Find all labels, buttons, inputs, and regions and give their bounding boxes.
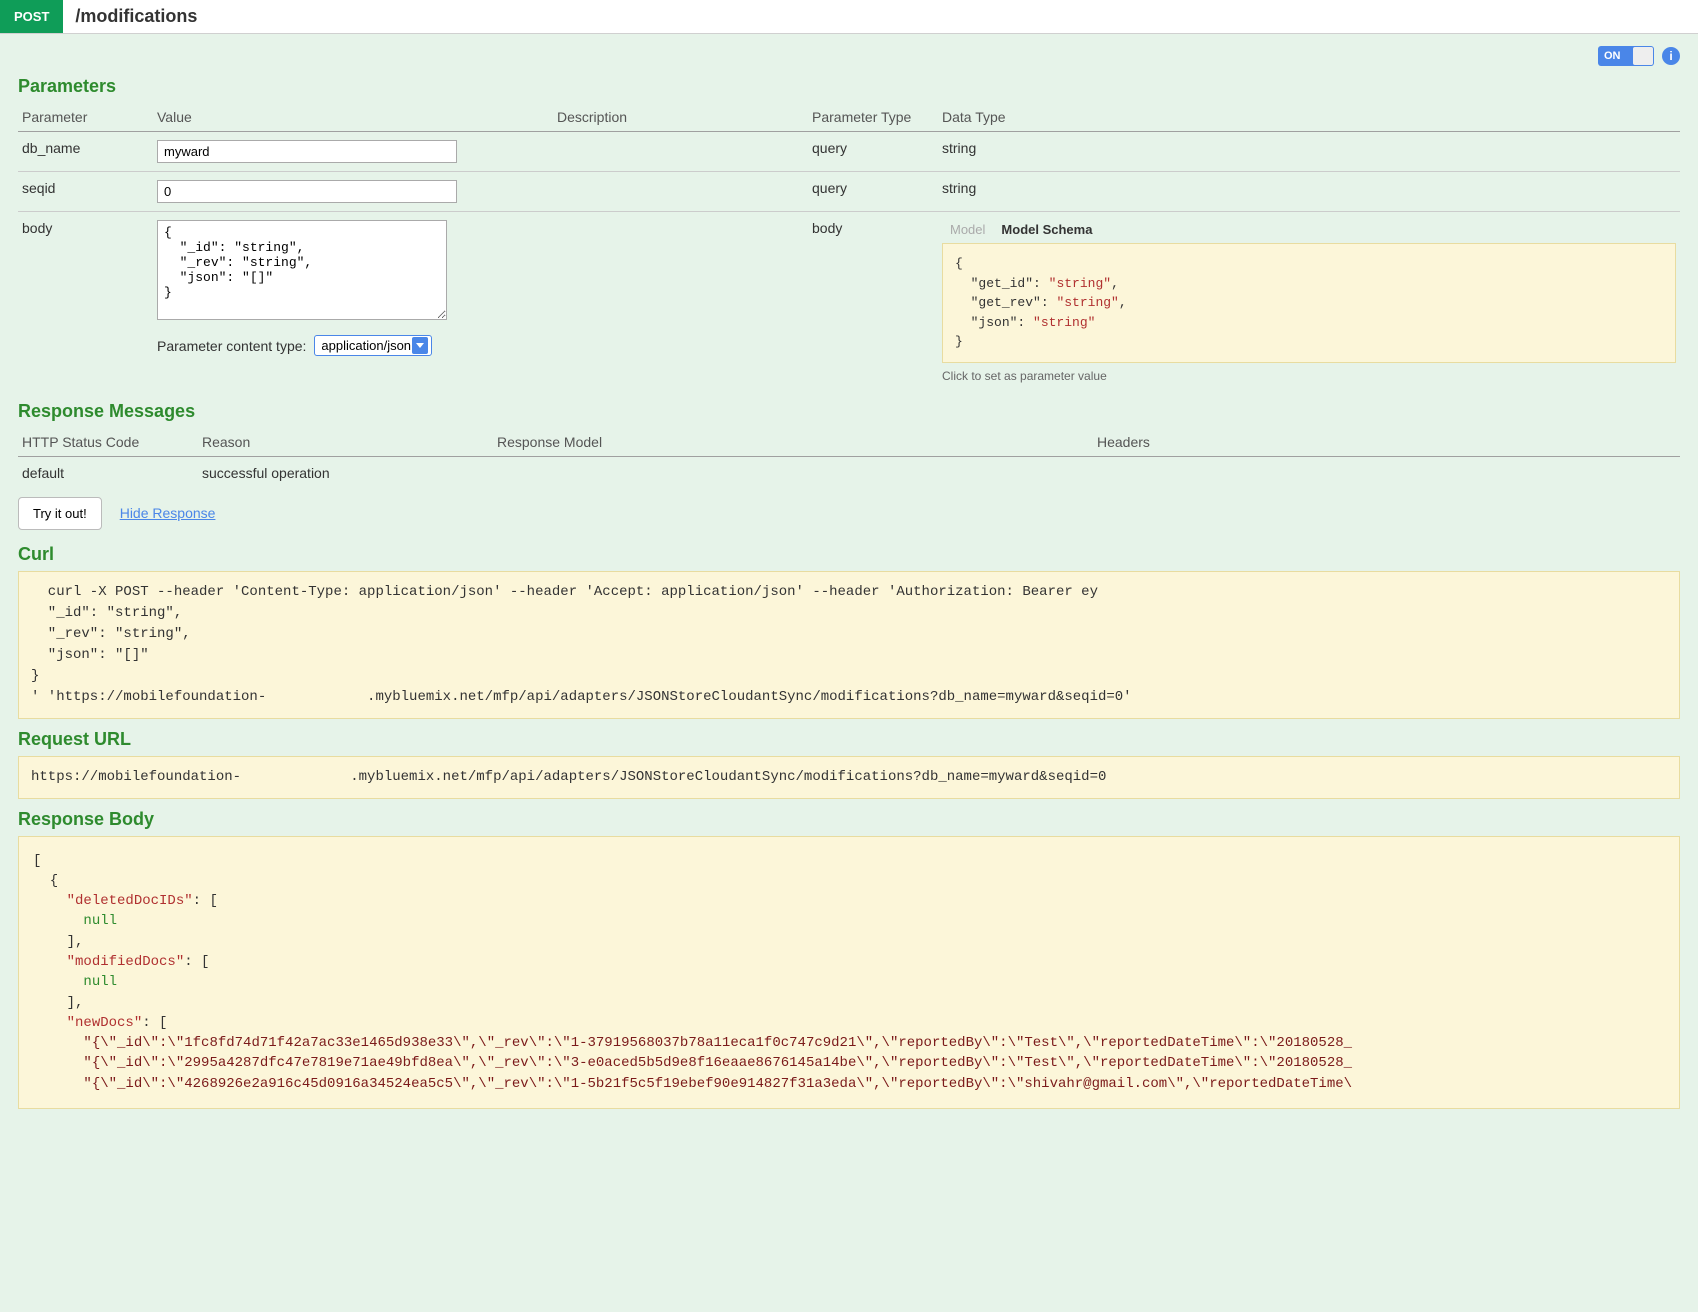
col-headers: Headers bbox=[1093, 428, 1680, 457]
param-name: seqid bbox=[18, 172, 153, 212]
endpoint-path[interactable]: /modifications bbox=[63, 0, 1698, 33]
col-parameter: Parameter bbox=[18, 103, 153, 132]
response-messages-title: Response Messages bbox=[18, 401, 1680, 422]
response-row: default successful operation bbox=[18, 456, 1680, 489]
db-name-input[interactable] bbox=[157, 140, 457, 163]
parameters-table: Parameter Value Description Parameter Ty… bbox=[18, 103, 1680, 391]
hide-response-link[interactable]: Hide Response bbox=[120, 505, 216, 521]
seqid-input[interactable] bbox=[157, 180, 457, 203]
response-body-title: Response Body bbox=[18, 809, 1680, 830]
col-reason: Reason bbox=[198, 428, 493, 457]
parameters-title: Parameters bbox=[18, 76, 1680, 97]
curl-box: curl -X POST --header 'Content-Type: app… bbox=[18, 571, 1680, 719]
operation-header: POST /modifications bbox=[0, 0, 1698, 34]
col-description: Description bbox=[553, 103, 808, 132]
response-body-box: [ { "deletedDocIDs": [ null ], "modified… bbox=[18, 836, 1680, 1110]
param-row-seqid: seqid query string bbox=[18, 172, 1680, 212]
param-name: body bbox=[18, 212, 153, 391]
toggle-knob bbox=[1633, 47, 1653, 65]
data-type: string bbox=[938, 172, 1680, 212]
param-name: db_name bbox=[18, 132, 153, 172]
auth-toggle[interactable]: ON bbox=[1598, 46, 1654, 66]
model-schema-tab[interactable]: Model Schema bbox=[993, 220, 1100, 239]
toggle-label: ON bbox=[1598, 50, 1621, 62]
col-parameter-type: Parameter Type bbox=[808, 103, 938, 132]
click-hint: Click to set as parameter value bbox=[942, 369, 1676, 383]
col-status: HTTP Status Code bbox=[18, 428, 198, 457]
info-icon[interactable]: i bbox=[1662, 47, 1680, 65]
param-type: query bbox=[808, 132, 938, 172]
try-it-out-button[interactable]: Try it out! bbox=[18, 497, 102, 530]
response-messages-table: HTTP Status Code Reason Response Model H… bbox=[18, 428, 1680, 489]
param-type: body bbox=[808, 212, 938, 391]
request-url-box: https://mobilefoundation- .mybluemix.net… bbox=[18, 756, 1680, 799]
model-schema-box[interactable]: { "get_id": "string", "get_rev": "string… bbox=[942, 243, 1676, 363]
request-url-title: Request URL bbox=[18, 729, 1680, 750]
param-row-db-name: db_name query string bbox=[18, 132, 1680, 172]
col-model: Response Model bbox=[493, 428, 1093, 457]
col-data-type: Data Type bbox=[938, 103, 1680, 132]
param-row-body: body Parameter content type: application… bbox=[18, 212, 1680, 391]
data-type: string bbox=[938, 132, 1680, 172]
curl-title: Curl bbox=[18, 544, 1680, 565]
model-tab[interactable]: Model bbox=[942, 220, 993, 239]
col-value: Value bbox=[153, 103, 553, 132]
status-code: default bbox=[18, 456, 198, 489]
param-type: query bbox=[808, 172, 938, 212]
reason: successful operation bbox=[198, 456, 493, 489]
body-textarea[interactable] bbox=[157, 220, 447, 320]
http-method-badge[interactable]: POST bbox=[0, 0, 63, 33]
content-type-select[interactable]: application/json bbox=[314, 335, 432, 356]
pct-label: Parameter content type: bbox=[157, 338, 306, 354]
